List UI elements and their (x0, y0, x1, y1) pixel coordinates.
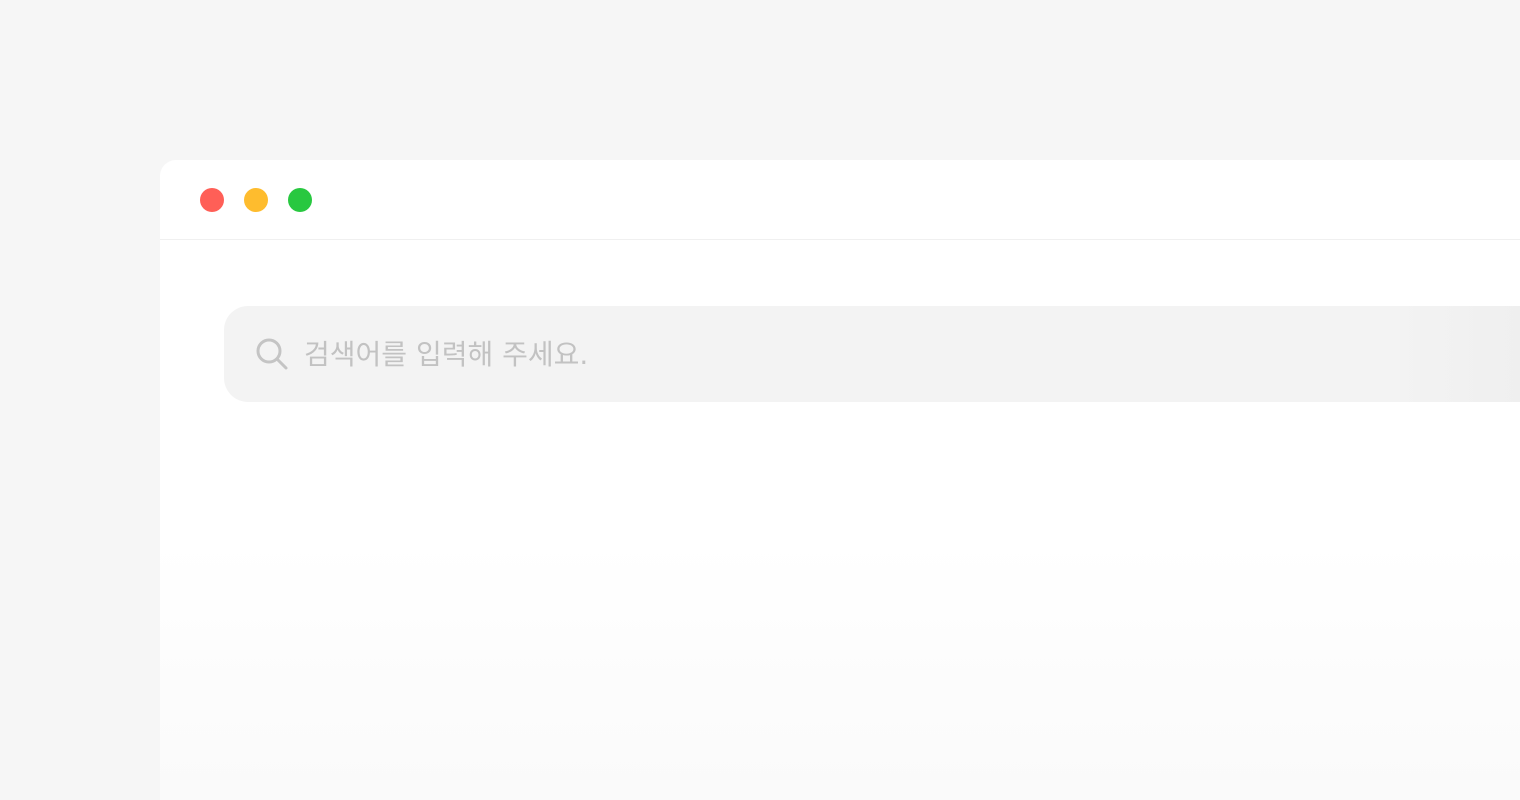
search-input[interactable] (304, 330, 1404, 378)
close-window-button[interactable] (200, 188, 224, 212)
title-bar (160, 160, 1520, 240)
app-window (160, 160, 1520, 800)
search-bar[interactable] (224, 306, 1520, 402)
search-icon (254, 336, 290, 372)
minimize-window-button[interactable] (244, 188, 268, 212)
maximize-window-button[interactable] (288, 188, 312, 212)
